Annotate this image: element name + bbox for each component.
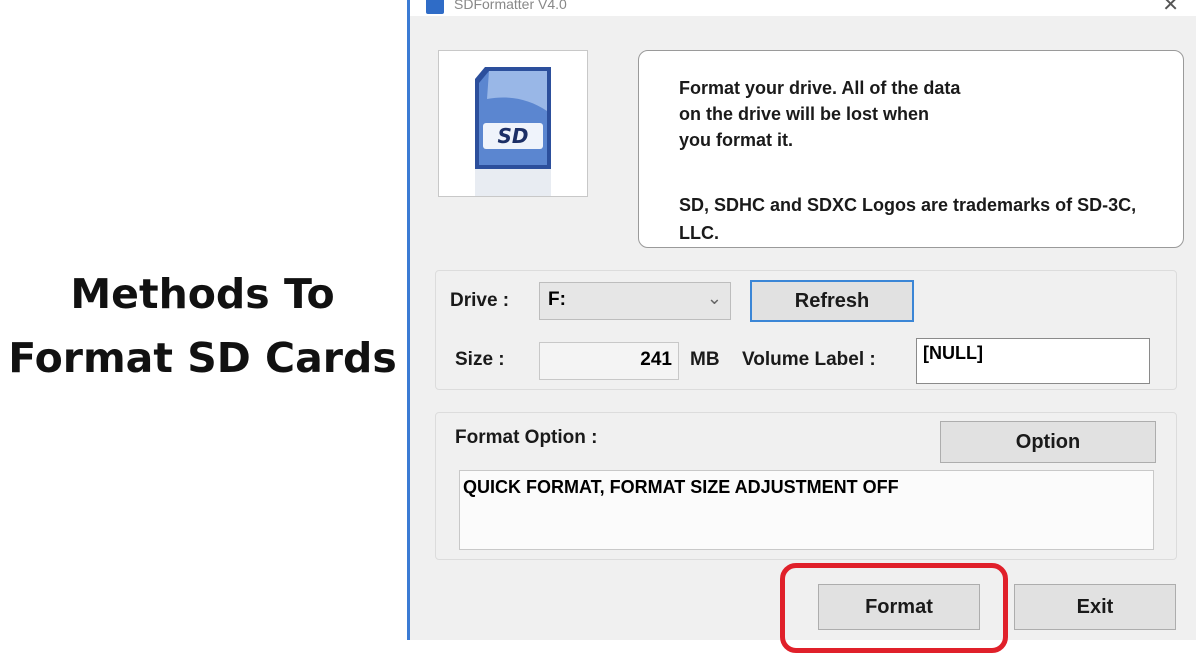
info-text: Format your drive. All of the data on th… — [679, 78, 961, 150]
volume-label-value: [NULL] — [923, 343, 983, 363]
window-title: SDFormatter V4.0 — [454, 0, 567, 12]
option-button[interactable]: Option — [940, 421, 1156, 463]
sdformatter-window: SDFormatter V4.0 ✕ SD Format your drive.… — [407, 0, 1196, 653]
volume-label-label: Volume Label : — [742, 349, 876, 370]
headline-line-2: Format SD Cards — [8, 334, 397, 382]
svg-text:SD: SD — [497, 124, 528, 148]
exit-button[interactable]: Exit — [1014, 584, 1176, 630]
drive-select[interactable]: F: ⌄ — [539, 282, 731, 320]
volume-label-input[interactable]: [NULL] — [916, 338, 1150, 384]
sd-logo-panel: SD — [438, 50, 588, 197]
drive-value: F: — [548, 289, 566, 310]
size-unit: MB — [690, 349, 720, 370]
sd-card-icon: SD — [475, 67, 551, 196]
size-field: 241 — [539, 342, 679, 380]
format-option-label: Format Option : — [455, 427, 598, 448]
size-label: Size : — [455, 349, 505, 370]
title-bar: SDFormatter V4.0 ✕ — [410, 0, 1196, 16]
size-value: 241 — [640, 349, 672, 370]
app-icon — [426, 0, 444, 14]
headline: Methods To Format SD Cards — [0, 262, 405, 390]
chevron-down-icon: ⌄ — [706, 288, 722, 308]
close-button[interactable]: ✕ — [1162, 0, 1179, 17]
format-highlight-outline — [780, 563, 1008, 653]
format-option-value: QUICK FORMAT, FORMAT SIZE ADJUSTMENT OFF — [463, 477, 899, 497]
info-panel: Format your drive. All of the data on th… — [638, 50, 1184, 248]
drive-label: Drive : — [450, 290, 510, 311]
format-option-display: QUICK FORMAT, FORMAT SIZE ADJUSTMENT OFF — [459, 470, 1154, 550]
refresh-button[interactable]: Refresh — [750, 280, 914, 322]
trademark-text: SD, SDHC and SDXC Logos are trademarks o… — [679, 195, 1137, 243]
headline-line-1: Methods To — [70, 270, 335, 318]
